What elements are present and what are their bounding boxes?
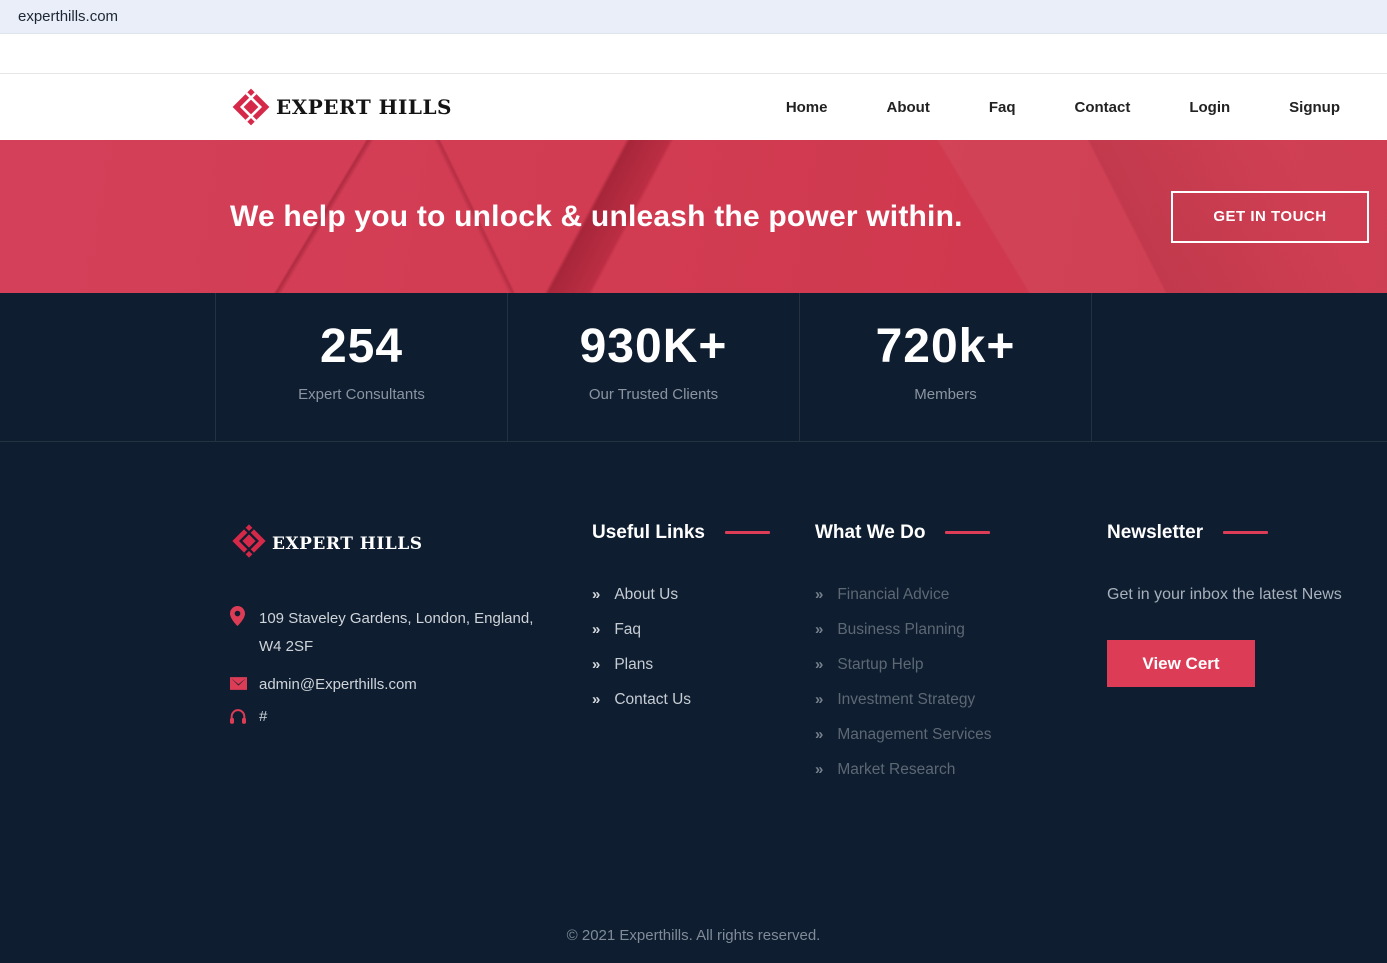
address-line1: 109 Staveley Gardens, London, England, (259, 610, 534, 627)
address-text: 109 Staveley Gardens, London, England, W… (259, 605, 533, 661)
double-chevron-icon: » (592, 586, 601, 603)
site-header: EXPERT HILLS Home About Faq Contact Logi… (0, 74, 1387, 140)
link-financial-advice[interactable]: » Financial Advice (815, 586, 1107, 604)
nav-item-faq[interactable]: Faq (989, 99, 1016, 116)
stat-consultants: 254 Expert Consultants (216, 293, 507, 441)
envelope-icon (230, 677, 247, 690)
page: experthills.com EXPERT HILLS Home About … (0, 0, 1387, 963)
newsletter-text: Get in your inbox the latest News (1107, 586, 1342, 603)
double-chevron-icon: » (815, 691, 824, 708)
main-nav: Home About Faq Contact Login Signup (786, 99, 1340, 116)
stat-label: Members (914, 386, 977, 403)
stat-label: Expert Consultants (298, 386, 425, 403)
link-startup-help[interactable]: » Startup Help (815, 656, 1107, 674)
address-line2: W4 2SF (259, 638, 314, 655)
stat-clients: 930K+ Our Trusted Clients (507, 293, 799, 441)
footer-brand-logo[interactable]: EXPERT HILLS (230, 522, 592, 565)
brand-diamond-icon (230, 522, 268, 565)
link-faq[interactable]: » Faq (592, 621, 815, 639)
stat-members: 720k+ Members (799, 293, 1091, 441)
brand-logo[interactable]: EXPERT HILLS (230, 86, 452, 128)
stat-value: 254 (319, 320, 404, 373)
double-chevron-icon: » (815, 621, 824, 638)
footer-useful-links-column: Useful Links » About Us » Faq » Plans » Cont… (592, 522, 815, 796)
footer-what-we-do-column: What We Do » Financial Advice » Business P… (815, 522, 1107, 796)
email-row[interactable]: admin@Experthills.com (230, 676, 592, 693)
phone-row[interactable]: # (230, 708, 592, 725)
link-investment-strategy[interactable]: » Investment Strategy (815, 691, 1107, 709)
double-chevron-icon: » (815, 761, 824, 778)
stat-value: 930K+ (579, 320, 728, 373)
browser-url-bar[interactable]: experthills.com (0, 0, 1387, 34)
double-chevron-icon: » (815, 656, 824, 673)
site-footer: EXPERT HILLS 109 Staveley Gardens, Londo… (0, 442, 1387, 962)
footer-brand-name: EXPERT HILLS (272, 533, 423, 554)
what-we-do-list: » Financial Advice » Business Planning » St… (815, 586, 1107, 779)
newsletter-title: Newsletter (1107, 522, 1347, 544)
email-text[interactable]: admin@Experthills.com (259, 676, 417, 693)
title-dash (724, 531, 770, 535)
useful-links-list: » About Us » Faq » Plans » Contact Us (592, 586, 815, 709)
view-cert-button[interactable]: View Cert (1107, 640, 1255, 687)
link-market-research[interactable]: » Market Research (815, 761, 1107, 779)
footer-newsletter-column: Newsletter Get in your inbox the latest … (1107, 522, 1347, 796)
double-chevron-icon: » (592, 656, 601, 673)
copyright-text: © 2021 Experthills. All rights reserved. (566, 927, 821, 944)
nav-item-signup[interactable]: Signup (1289, 99, 1340, 116)
phone-text[interactable]: # (259, 708, 267, 725)
stat-value: 720k+ (875, 320, 1016, 373)
stats-section: 254 Expert Consultants 930K+ Our Trusted… (0, 293, 1387, 442)
headphones-icon (230, 709, 247, 724)
hero-banner: We help you to unlock & unleash the powe… (0, 140, 1387, 293)
browser-url-text[interactable]: experthills.com (18, 8, 118, 25)
location-pin-icon (230, 606, 247, 626)
stats-row: 254 Expert Consultants 930K+ Our Trusted… (215, 293, 1092, 441)
link-about-us[interactable]: » About Us (592, 586, 815, 604)
double-chevron-icon: » (815, 586, 824, 603)
stat-label: Our Trusted Clients (588, 386, 719, 403)
brand-diamond-icon (230, 86, 272, 128)
get-in-touch-button[interactable]: GET IN TOUCH (1171, 190, 1369, 243)
hero-headline: We help you to unlock & unleash the powe… (230, 199, 963, 233)
nav-item-about[interactable]: About (887, 99, 930, 116)
link-contact-us[interactable]: » Contact Us (592, 691, 815, 709)
header-spacer (0, 34, 1387, 74)
useful-links-title: Useful Links (592, 522, 815, 544)
double-chevron-icon: » (815, 726, 824, 743)
address-row: 109 Staveley Gardens, London, England, W… (230, 605, 592, 661)
link-plans[interactable]: » Plans (592, 656, 815, 674)
link-management-services[interactable]: » Management Services (815, 726, 1107, 744)
title-dash (945, 531, 991, 535)
double-chevron-icon: » (592, 621, 601, 638)
double-chevron-icon: » (592, 691, 601, 708)
nav-item-contact[interactable]: Contact (1075, 99, 1131, 116)
footer-about-column: EXPERT HILLS 109 Staveley Gardens, Londo… (230, 522, 592, 796)
link-business-planning[interactable]: » Business Planning (815, 621, 1107, 639)
brand-name: EXPERT HILLS (276, 95, 452, 119)
title-dash (1223, 531, 1269, 535)
what-we-do-title: What We Do (815, 522, 1107, 544)
nav-item-home[interactable]: Home (786, 99, 828, 116)
nav-item-login[interactable]: Login (1189, 99, 1230, 116)
